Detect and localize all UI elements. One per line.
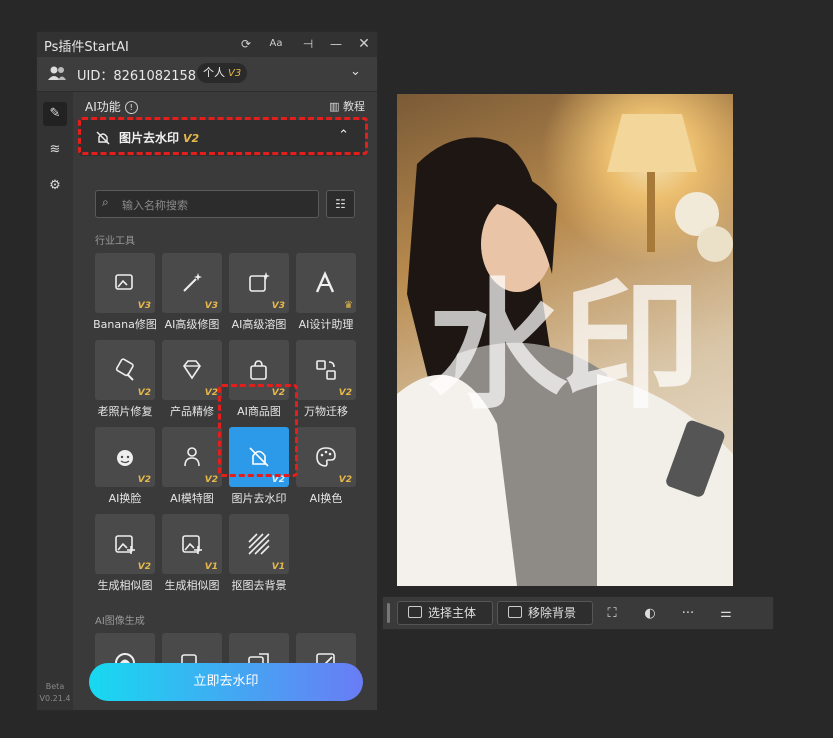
selected-tool-name: 图片去水印 V2	[119, 131, 200, 145]
refresh-icon[interactable]: ⟳	[237, 35, 255, 53]
section-industry-tools: 行业工具	[95, 236, 135, 247]
panel-title: Ps插件StartAI	[44, 40, 129, 55]
tool-old-photo-restore[interactable]: V2	[95, 340, 155, 400]
user-id: UID：8261082158	[77, 69, 197, 84]
search-input[interactable]	[120, 195, 314, 215]
tool-label: AI高级修图	[164, 318, 220, 331]
title-bar: Ps插件StartAI ⟳ Aa ⊣ — ✕	[37, 32, 377, 57]
tool-remove-background[interactable]: V1	[229, 514, 289, 574]
tool-ai-design-assistant[interactable]: ♛	[296, 253, 356, 313]
info-icon[interactable]: !	[124, 101, 138, 114]
select-subject-button[interactable]: 选择主体	[397, 601, 493, 625]
tool-object-transfer[interactable]: V2	[296, 340, 356, 400]
tool-label: AI模特图	[170, 492, 214, 505]
font-size-icon[interactable]: Aa	[267, 35, 285, 53]
close-icon[interactable]: ✕	[355, 35, 373, 53]
tool-label: AI商品图	[237, 405, 281, 418]
selected-tool-header[interactable]: 图片去水印 V2 ⌃	[79, 120, 365, 156]
canvas-image[interactable]: 水印	[397, 94, 733, 586]
settings-gear-icon[interactable]: ⚙	[43, 174, 67, 198]
hatch-icon	[248, 533, 270, 555]
tool-ai-advanced-blend[interactable]: V3	[229, 253, 289, 313]
tool-label: AI换脸	[108, 492, 142, 505]
image-plus-icon	[182, 535, 202, 554]
face-icon	[117, 450, 133, 466]
palette-icon	[316, 447, 336, 467]
tool-label: 老照片修复	[97, 405, 153, 418]
watermark-off-icon	[249, 447, 269, 467]
list-view-button[interactable]: ☷	[326, 190, 355, 218]
drag-handle[interactable]	[387, 603, 390, 623]
magic-wand-icon	[183, 273, 202, 292]
chevron-down-icon[interactable]: ⌄	[350, 64, 361, 79]
edit-tab-icon[interactable]: ✎	[43, 102, 67, 126]
tool-generate-similar[interactable]: V2	[95, 514, 155, 574]
watermark-off-icon	[96, 131, 110, 145]
tool-label: 抠图去背景	[231, 579, 287, 592]
tool-label: AI高级溶图	[231, 318, 287, 331]
book-icon: ▥	[329, 100, 343, 113]
tool-ai-recolor[interactable]: V2	[296, 427, 356, 487]
tool-label: 生成相似图	[164, 579, 220, 592]
more-options-icon[interactable]: ···	[679, 605, 697, 623]
diamond-icon	[183, 360, 201, 380]
image-icon	[508, 606, 522, 618]
section-ai-image-gen: AI图像生成	[95, 616, 145, 627]
sidebar: ✎ ≋ ⚙ Beta V0.21.4	[37, 92, 73, 710]
search-icon: ⌕	[102, 195, 109, 209]
image-sparkle-icon	[249, 272, 270, 292]
tool-label: 产品精修	[170, 405, 214, 418]
transfer-icon	[316, 360, 336, 380]
transform-icon[interactable]: ⛶	[603, 605, 621, 623]
tool-product-retouch[interactable]: V2	[162, 340, 222, 400]
tool-ai-advanced-retouch[interactable]: V3	[162, 253, 222, 313]
design-a-icon	[315, 271, 335, 293]
users-icon	[48, 66, 66, 80]
plugin-panel: Ps插件StartAI ⟳ Aa ⊣ — ✕ UID：8261082158 个人…	[36, 31, 378, 711]
tool-label: 图片去水印	[231, 492, 287, 505]
image-edit-icon	[115, 274, 133, 290]
crown-icon: ♛	[344, 300, 353, 311]
tutorial-link[interactable]: ▥ 教程	[329, 98, 365, 114]
tool-label: AI设计助理	[298, 318, 354, 331]
chevron-up-icon[interactable]: ⌃	[338, 128, 349, 143]
minimize-icon[interactable]: —	[327, 35, 345, 53]
layers-icon[interactable]: ≋	[43, 138, 67, 162]
beta-label: Beta	[45, 682, 65, 691]
tool-label: 生成相似图	[97, 579, 153, 592]
search-box[interactable]: ⌕	[95, 190, 319, 218]
watermark-text: 水印	[427, 266, 701, 429]
model-person-icon	[184, 447, 200, 467]
image-plus-icon	[115, 535, 135, 554]
tool-label: 万物迁移	[304, 405, 348, 418]
tool-watermark-removal[interactable]: V2	[229, 427, 289, 487]
tool-ai-face-swap[interactable]: V2	[95, 427, 155, 487]
tool-ai-model-image[interactable]: V2	[162, 427, 222, 487]
user-bar[interactable]: UID：8261082158 个人 V3 ⌄	[37, 57, 377, 92]
tool-ai-product-image[interactable]: V2	[229, 340, 289, 400]
adjustment-icon[interactable]: ◐	[641, 605, 659, 623]
tool-label: Banana修图	[93, 318, 157, 331]
tool-banana-retouch[interactable]: V3	[95, 253, 155, 313]
photo-restore-icon	[115, 358, 134, 381]
contextual-task-bar: 选择主体 移除背景 ⛶ ◐ ··· ⚌	[382, 596, 774, 630]
remove-background-button[interactable]: 移除背景	[497, 601, 593, 625]
shopping-bag-icon	[250, 360, 267, 380]
tool-label: AI换色	[309, 492, 343, 505]
tool-generate-similar-v1[interactable]: V1	[162, 514, 222, 574]
ai-functions-heading: AI功能!	[85, 98, 138, 115]
pin-icon[interactable]: ⊣	[299, 35, 317, 53]
person-select-icon	[408, 606, 422, 618]
remove-watermark-button[interactable]: 立即去水印	[89, 663, 363, 701]
main-content: AI功能! ▥ 教程 图片去水印V2 ⌃ ⌕ ☷ 行业工具 V3 Banana修…	[75, 92, 377, 710]
plan-badge: 个人 V3	[197, 63, 248, 83]
version-label: V0.21.4	[39, 694, 71, 703]
settings-sliders-icon[interactable]: ⚌	[717, 605, 735, 623]
